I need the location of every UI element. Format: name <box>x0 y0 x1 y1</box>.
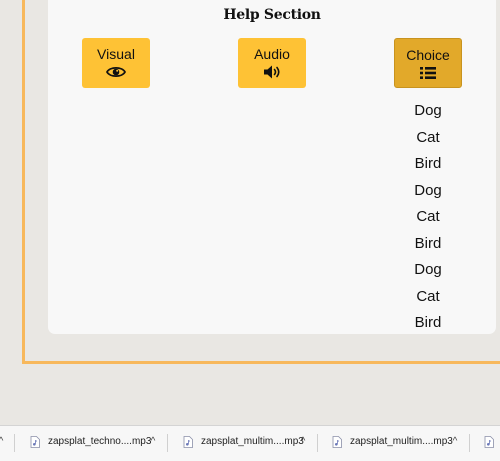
audio-file-icon <box>183 436 193 448</box>
audio-file-icon <box>332 436 342 448</box>
download-filename: zapsplat_multim....mp3 <box>350 436 453 447</box>
divider <box>317 434 318 452</box>
audio-button[interactable]: Audio <box>238 38 306 88</box>
audio-file-icon <box>30 436 40 448</box>
download-filename: zapsplat_multim....mp3 <box>201 436 304 447</box>
chevron-up-icon[interactable]: ^ <box>298 437 308 447</box>
visual-button[interactable]: Visual <box>82 38 150 88</box>
choice-item[interactable]: Bird <box>394 310 462 337</box>
audio-button-label: Audio <box>254 46 290 62</box>
choice-item[interactable]: Dog <box>394 178 462 205</box>
choice-item[interactable]: Cat <box>394 204 462 231</box>
choice-item[interactable]: Dog <box>394 257 462 284</box>
choice-item[interactable]: Cat <box>394 125 462 152</box>
choice-item[interactable]: Bird <box>394 151 462 178</box>
choice-item[interactable]: Cat <box>394 284 462 311</box>
divider <box>14 434 15 452</box>
audio-file-icon <box>484 436 494 448</box>
choice-list: Dog Cat Bird Dog Cat Bird Dog Cat Bird <box>394 98 462 337</box>
help-section-panel: Help Section Visual Audio Choice Dog Cat <box>48 0 496 334</box>
choice-item[interactable]: Bird <box>394 231 462 258</box>
downloads-bar: ^ zapsplat_techno....mp3 ^ zapsplat_mult… <box>0 425 500 461</box>
chevron-up-icon[interactable]: ^ <box>0 437 6 447</box>
chevron-up-icon[interactable]: ^ <box>450 437 460 447</box>
divider <box>469 434 470 452</box>
speaker-icon <box>264 65 280 79</box>
chevron-up-icon[interactable]: ^ <box>148 437 158 447</box>
choice-button[interactable]: Choice <box>394 38 462 88</box>
help-section-title: Help Section <box>223 7 321 23</box>
eye-icon <box>106 66 126 78</box>
choice-button-label: Choice <box>406 47 450 63</box>
visual-button-label: Visual <box>97 46 135 62</box>
choice-item[interactable]: Dog <box>394 98 462 125</box>
download-filename: zapsplat_techno....mp3 <box>48 436 152 447</box>
list-icon <box>420 67 436 79</box>
divider <box>167 434 168 452</box>
